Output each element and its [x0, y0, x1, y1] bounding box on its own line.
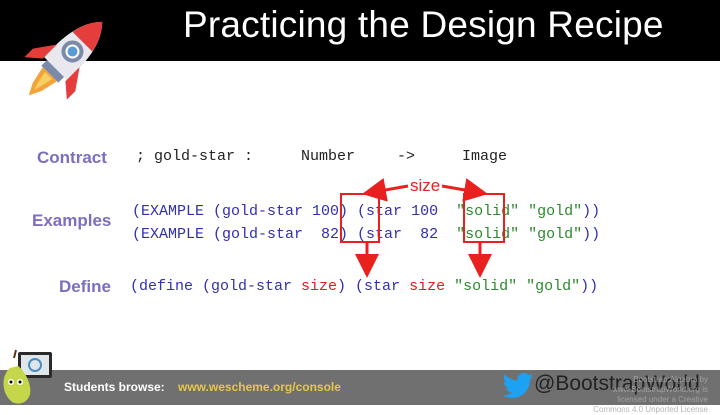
arrow-to-input-box [362, 178, 409, 202]
browse-label: Students browse: [64, 380, 165, 394]
pear-mascot-icon [3, 349, 52, 404]
browse-link[interactable]: www.wescheme.org/console [178, 380, 341, 394]
twitter-bird-icon[interactable] [503, 372, 533, 398]
arrow-to-output-box [441, 178, 488, 202]
license-text: Bootstrap:Algebra by www.BootstrapWorld.… [593, 375, 708, 414]
annotation-arrows [355, 178, 492, 278]
